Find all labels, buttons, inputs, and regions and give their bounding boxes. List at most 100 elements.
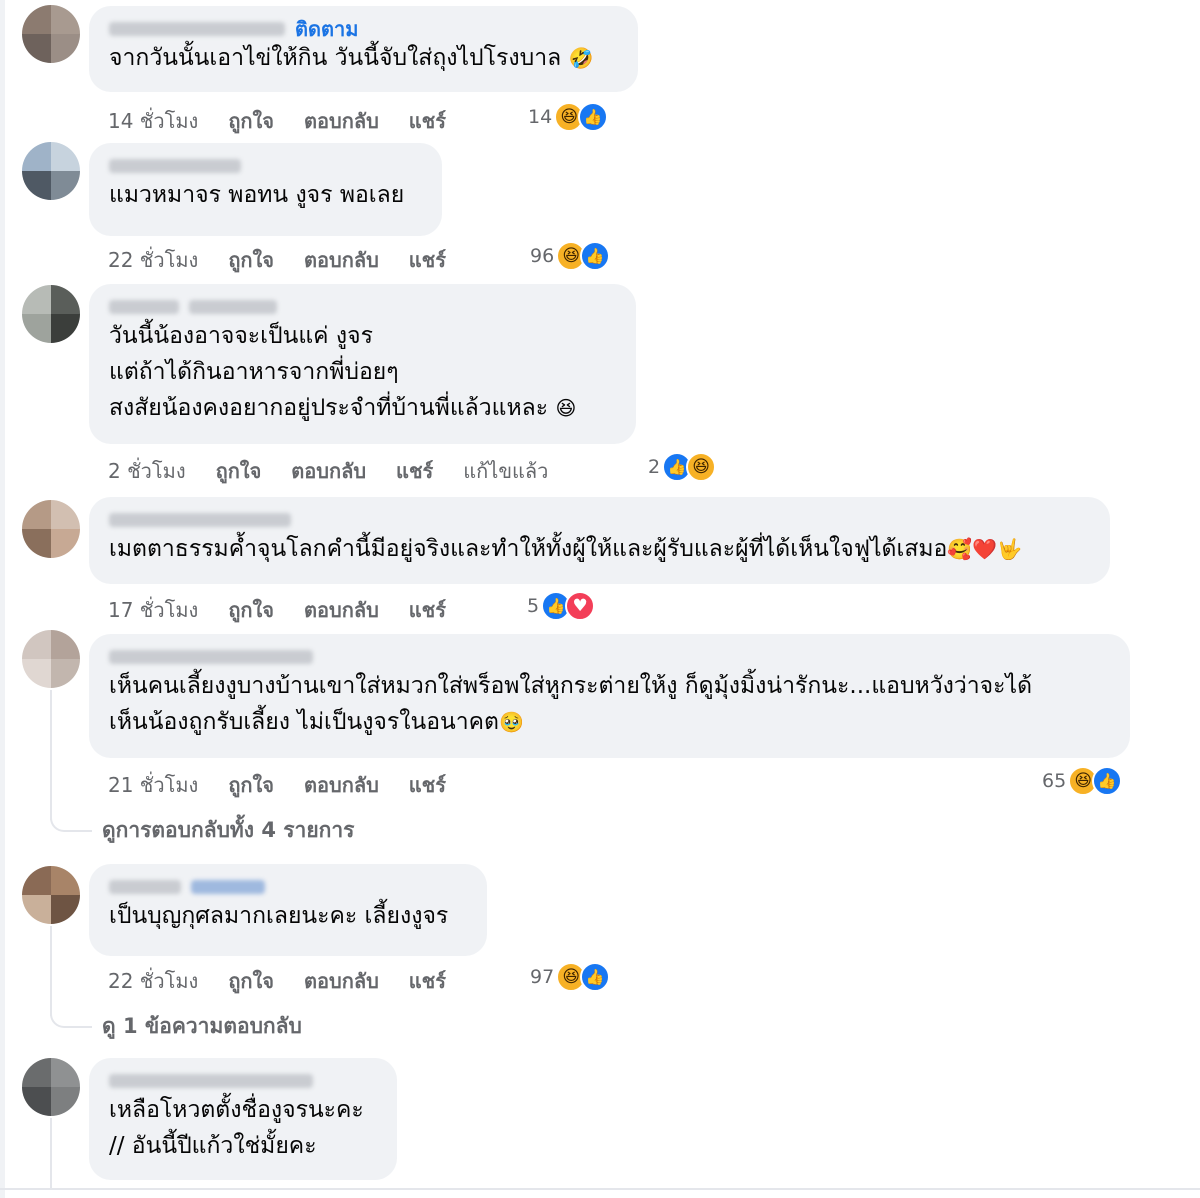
grinning-squint-emoji: 😆 xyxy=(555,396,577,420)
like-button[interactable]: ถูกใจ xyxy=(228,769,274,801)
like-button[interactable]: ถูกใจ xyxy=(228,244,274,276)
comment-time[interactable]: 21 ชั่วโมง xyxy=(108,769,198,801)
avatar[interactable] xyxy=(22,630,80,688)
author-name[interactable] xyxy=(109,513,291,527)
author-name[interactable] xyxy=(191,880,265,894)
author-row xyxy=(109,876,467,898)
reaction-count: 97 xyxy=(530,966,555,988)
author-row: ติดตาม xyxy=(109,17,618,41)
reply-button[interactable]: ตอบกลับ xyxy=(304,105,379,137)
author-name[interactable] xyxy=(109,159,241,173)
like-icon: 👍 xyxy=(1092,766,1123,796)
share-button[interactable]: แชร์ xyxy=(396,455,433,487)
smiling-hearts-heart-loveyou-emoji: 🥰❤️🤟 xyxy=(947,537,1023,561)
comment-bubble: วันนี้น้องอาจจะเป็นแค่ งูจร แต่ถ้าได้กิน… xyxy=(89,284,636,444)
reaction-count: 96 xyxy=(530,245,555,267)
comment-text: เป็นบุญกุศลมากเลยนะคะ เลี้ยงงูจร xyxy=(109,903,449,929)
bottom-divider xyxy=(0,1188,1200,1190)
author-name[interactable] xyxy=(109,300,179,314)
reply-button[interactable]: ตอบกลับ xyxy=(304,244,379,276)
comment-text: แมวหมาจร พอทน งูจร พอเลย xyxy=(109,182,405,208)
like-button[interactable]: ถูกใจ xyxy=(216,455,262,487)
like-icon: 👍 xyxy=(578,102,609,132)
like-button[interactable]: ถูกใจ xyxy=(228,594,274,626)
avatar[interactable] xyxy=(22,866,80,924)
comment-actions: 21 ชั่วโมง ถูกใจ ตอบกลับ แชร์ xyxy=(108,769,476,801)
comment-bubble: เป็นบุญกุศลมากเลยนะคะ เลี้ยงงูจร xyxy=(89,864,487,956)
author-name[interactable] xyxy=(189,300,277,314)
comment-time[interactable]: 17 ชั่วโมง xyxy=(108,594,198,626)
view-replies-link[interactable]: ดู 1 ข้อความตอบกลับ xyxy=(102,1010,302,1043)
share-button[interactable]: แชร์ xyxy=(409,244,446,276)
comment-text: จากวันนั้นเอาไข่ให้กิน วันนี้จับใส่ถุงไป… xyxy=(109,40,618,76)
reply-button[interactable]: ตอบกลับ xyxy=(291,455,366,487)
author-row xyxy=(109,1070,377,1092)
comment-text-line: // อันนี้ปีแก้วใช่มั้ยคะ xyxy=(109,1133,317,1159)
author-name[interactable] xyxy=(109,1074,313,1088)
avatar[interactable] xyxy=(22,142,80,200)
reaction-summary[interactable]: 5 👍 ♥ xyxy=(527,591,596,621)
like-button[interactable]: ถูกใจ xyxy=(228,105,274,137)
comment-text-line: วันนี้น้องอาจจะเป็นแค่ งูจร xyxy=(109,323,373,349)
edited-label[interactable]: แก้ไขแล้ว xyxy=(463,455,548,487)
comment-bubble: ติดตาม จากวันนั้นเอาไข่ให้กิน วันนี้จับใ… xyxy=(89,6,638,92)
comment-actions: 14 ชั่วโมง ถูกใจ ตอบกลับ แชร์ xyxy=(108,105,476,137)
reaction-count: 5 xyxy=(527,595,540,617)
share-button[interactable]: แชร์ xyxy=(409,769,446,801)
reply-button[interactable]: ตอบกลับ xyxy=(304,594,379,626)
reaction-count: 2 xyxy=(648,456,661,478)
rolling-laughing-emoji: 🤣 xyxy=(568,46,594,70)
comment-actions: 2 ชั่วโมง ถูกใจ ตอบกลับ แชร์ แก้ไขแล้ว xyxy=(108,455,578,487)
share-button[interactable]: แชร์ xyxy=(409,594,446,626)
avatar[interactable] xyxy=(22,5,80,63)
reaction-count: 65 xyxy=(1042,770,1067,792)
author-row xyxy=(109,155,422,177)
comment-text: เมตตาธรรมค้ำจุนโลกคำนี้มีอยู่จริงและทำให… xyxy=(109,531,1090,567)
share-button[interactable]: แชร์ xyxy=(409,105,446,137)
reaction-summary[interactable]: 2 👍 😆 xyxy=(648,452,717,482)
holding-tears-emoji: 🥹 xyxy=(499,710,524,734)
like-icon: 👍 xyxy=(580,962,611,992)
view-replies-link[interactable]: ดูการตอบกลับทั้ง 4 รายการ xyxy=(102,814,354,847)
author-row xyxy=(109,509,1090,531)
author-name[interactable] xyxy=(109,880,181,894)
reaction-count: 14 xyxy=(528,106,553,128)
like-button[interactable]: ถูกใจ xyxy=(228,965,274,997)
comment-actions: 22 ชั่วโมง ถูกใจ ตอบกลับ แชร์ xyxy=(108,244,476,276)
like-icon: 👍 xyxy=(580,241,611,271)
left-edge xyxy=(0,0,5,1198)
comment-bubble: เมตตาธรรมค้ำจุนโลกคำนี้มีอยู่จริงและทำให… xyxy=(89,497,1110,584)
reply-button[interactable]: ตอบกลับ xyxy=(304,965,379,997)
share-button[interactable]: แชร์ xyxy=(409,965,446,997)
avatar[interactable] xyxy=(22,1058,80,1116)
reply-thread-line xyxy=(50,926,52,1016)
comment-time[interactable]: 22 ชั่วโมง xyxy=(108,244,198,276)
comment-text-line: สงสัยน้องคงอยากอยู่ประจำที่บ้านพี่แล้วแห… xyxy=(109,390,616,426)
reaction-summary[interactable]: 65 😆 👍 xyxy=(1042,766,1123,796)
reply-thread-line xyxy=(50,690,52,820)
comment-time[interactable]: 2 ชั่วโมง xyxy=(108,455,186,487)
avatar[interactable] xyxy=(22,500,80,558)
comment-text-line: เห็นคนเลี้ยงงูบางบ้านเขาใส่หมวกใส่พร็อพใ… xyxy=(109,673,1033,699)
comment-bubble: เหลือโหวตตั้งชื่องูจรนะคะ // อันนี้ปีแก้… xyxy=(89,1058,397,1180)
comment-text-line: แต่ถ้าได้กินอาหารจากพี่บ่อยๆ xyxy=(109,359,399,385)
reply-button[interactable]: ตอบกลับ xyxy=(304,769,379,801)
comment-actions: 17 ชั่วโมง ถูกใจ ตอบกลับ แชร์ xyxy=(108,594,476,626)
comment-bubble: แมวหมาจร พอทน งูจร พอเลย xyxy=(89,143,442,236)
comment-actions: 22 ชั่วโมง ถูกใจ ตอบกลับ แชร์ xyxy=(108,965,476,997)
comment-bubble: เห็นคนเลี้ยงงูบางบ้านเขาใส่หมวกใส่พร็อพใ… xyxy=(89,634,1130,758)
avatar[interactable] xyxy=(22,285,80,343)
comment-time[interactable]: 22 ชั่วโมง xyxy=(108,965,198,997)
comment-time[interactable]: 14 ชั่วโมง xyxy=(108,105,198,137)
reply-thread-line xyxy=(50,1118,52,1188)
reaction-summary[interactable]: 14 😆 👍 xyxy=(528,102,609,132)
haha-icon: 😆 xyxy=(686,452,717,482)
author-name[interactable] xyxy=(109,22,285,36)
reaction-summary[interactable]: 96 😆 👍 xyxy=(530,241,611,271)
reply-thread-connector xyxy=(50,1012,92,1028)
reaction-summary[interactable]: 97 😆 👍 xyxy=(530,962,611,992)
author-row xyxy=(109,296,616,318)
author-row xyxy=(109,646,1110,668)
author-name[interactable] xyxy=(109,650,313,664)
comment-text-line: เห็นน้องถูกรับเลี้ยง ไม่เป็นงูจรในอนาคต🥹 xyxy=(109,704,1110,740)
